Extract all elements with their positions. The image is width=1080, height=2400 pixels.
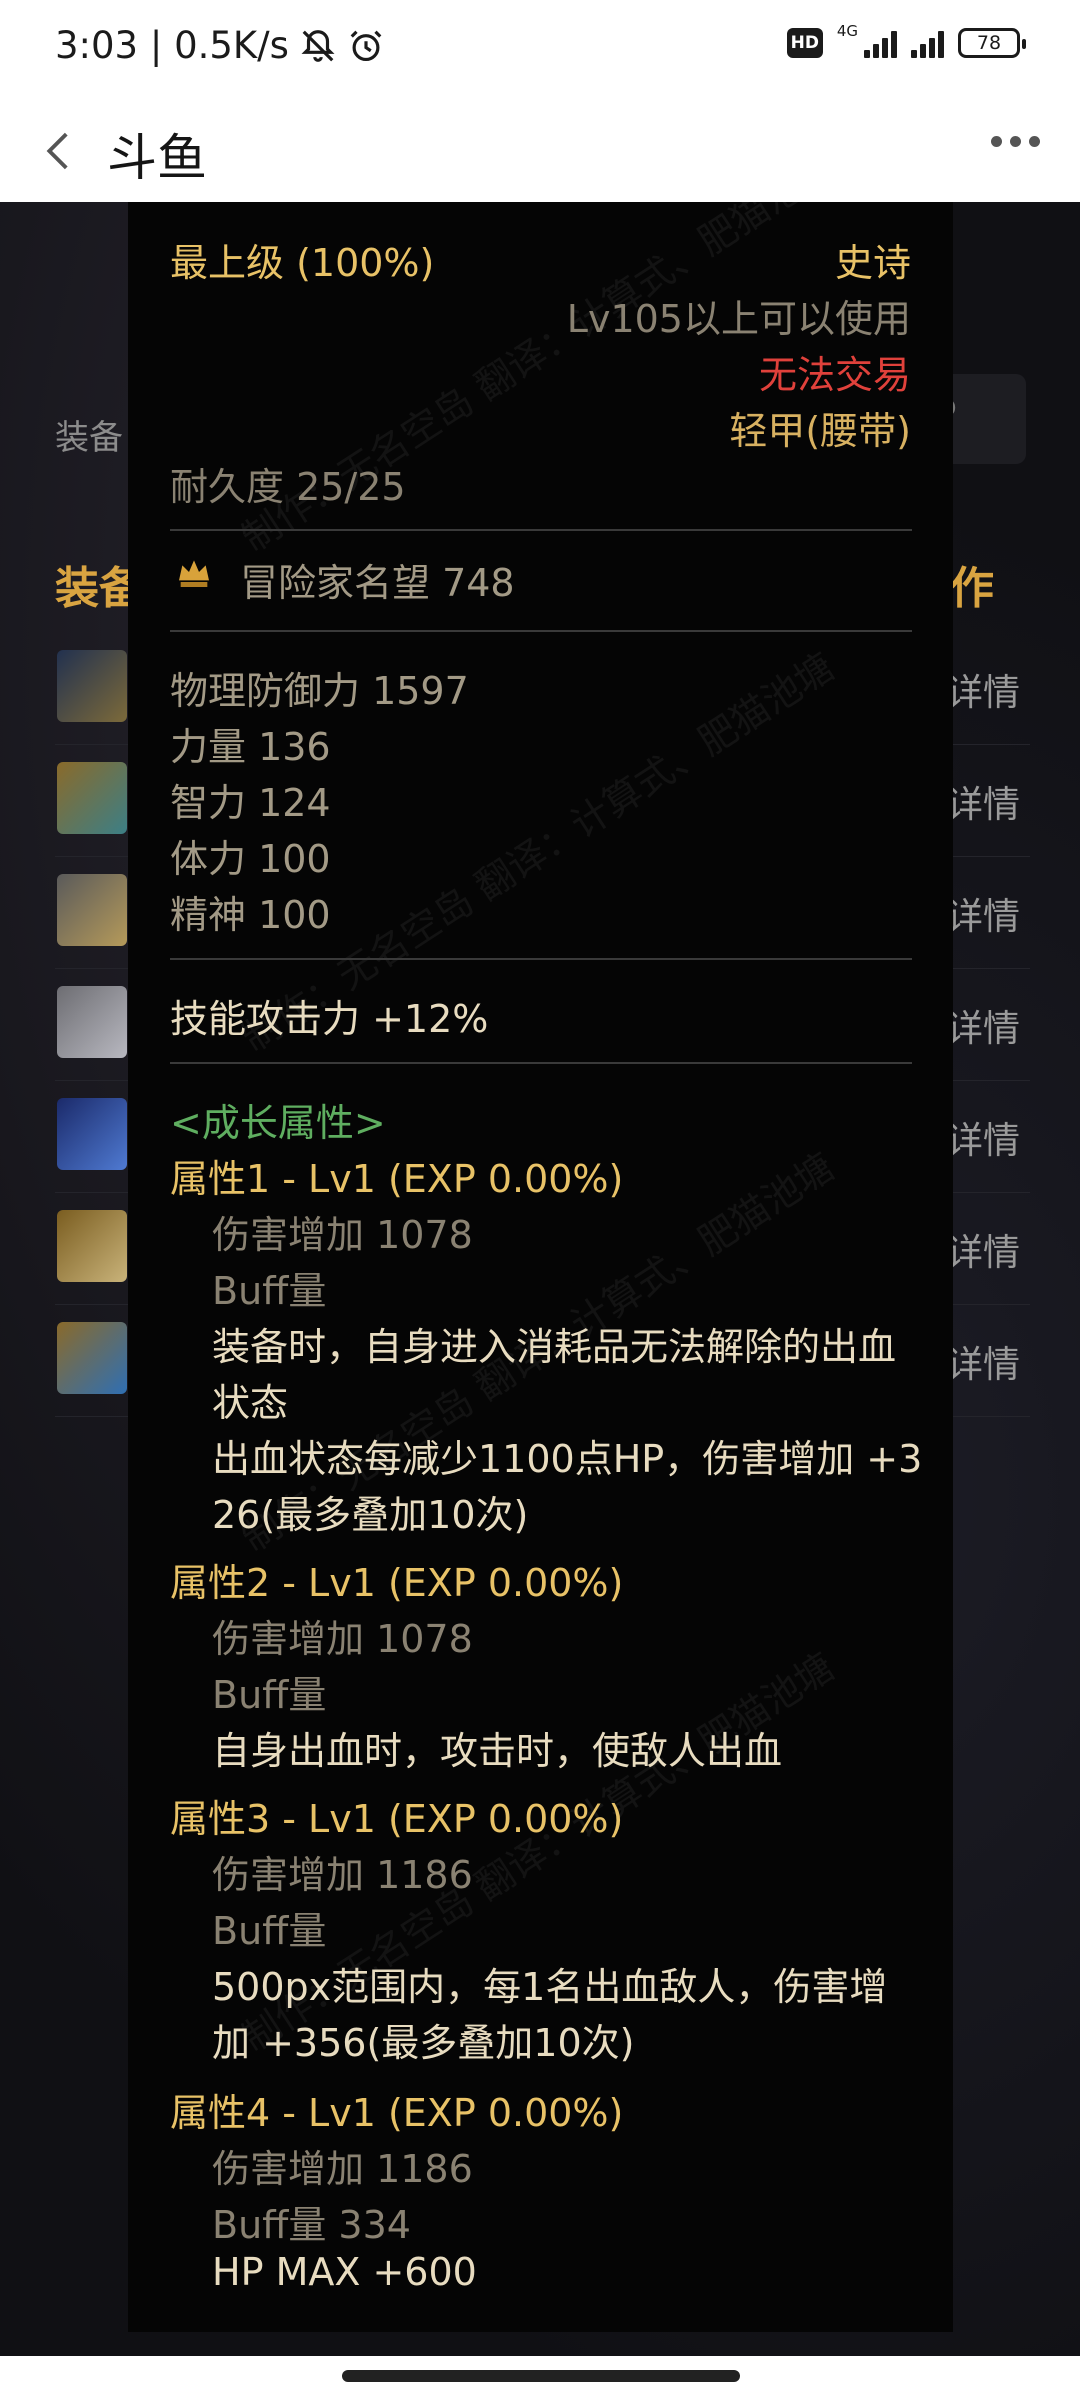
- home-gesture-handle[interactable]: [342, 2370, 740, 2382]
- status-bar: 3:03 | 0.5K/s HD 4G 78: [0, 0, 1080, 100]
- attribute-damage: 伤害增加 1078: [212, 1213, 473, 1257]
- divider: [170, 630, 912, 632]
- work-section-title: 作: [950, 563, 994, 614]
- bracelet-item-icon: [57, 762, 127, 834]
- system-nav-bar: [0, 2356, 1080, 2400]
- detail-link[interactable]: 详情: [946, 998, 1020, 1052]
- back-arrow-icon[interactable]: [30, 122, 88, 180]
- battery-level: 78: [976, 32, 1002, 54]
- attribute-desc: 加 +356(最多叠加10次): [212, 2021, 635, 2065]
- growth-header: <成长属性>: [170, 1101, 386, 1145]
- attribute-buff: Buff量: [212, 1673, 327, 1717]
- hd-icon: HD: [786, 28, 823, 58]
- attribute-desc: 自身出血时，攻击时，使敌人出血: [212, 1729, 783, 1773]
- detail-link[interactable]: 详情: [946, 1334, 1020, 1388]
- more-options-icon[interactable]: [991, 136, 1040, 147]
- attribute-buff: Buff量: [212, 1909, 327, 1953]
- attribute-damage: 伤害增加 1078: [212, 1617, 473, 1661]
- network-type: 4G: [836, 22, 858, 40]
- attribute-title: 属性3 - Lv1 (EXP 0.00%): [170, 1797, 624, 1841]
- attribute-desc: 出血状态每减少1100点HP，伤害增加 +3: [212, 1437, 923, 1481]
- detail-link[interactable]: 详情: [946, 662, 1020, 716]
- attribute-buff: Buff量 334: [212, 2203, 411, 2247]
- fame-crown-icon: [179, 560, 209, 587]
- attribute-title: 属性1 - Lv1 (EXP 0.00%): [170, 1157, 624, 1201]
- item-type: 轻甲(腰带): [729, 409, 911, 453]
- stat-line: 智力 124: [170, 781, 331, 825]
- attribute-buff: Buff量: [212, 1269, 327, 1313]
- stat-line: 力量 136: [170, 725, 331, 769]
- attribute-damage: 伤害增加 1186: [212, 1853, 473, 1897]
- trade-restriction: 无法交易: [758, 353, 911, 397]
- skill-attack: 技能攻击力 +12%: [170, 997, 489, 1041]
- item-tooltip: 制作：无名空岛 翻译：计算式、肥猫池塘 制作：无名空岛 翻译：计算式、肥猫池塘 …: [128, 202, 953, 2332]
- status-left: 3:03 | 0.5K/s: [55, 24, 385, 67]
- attribute-damage: 伤害增加 1186: [212, 2147, 473, 2191]
- attribute-title: 属性2 - Lv1 (EXP 0.00%): [170, 1561, 624, 1605]
- attribute-desc: 装备时，自身进入消耗品无法解除的出血: [212, 1325, 897, 1369]
- detail-link[interactable]: 详情: [946, 886, 1020, 940]
- item-rarity: 史诗: [834, 241, 911, 285]
- flask-item-icon: [57, 1322, 127, 1394]
- divider: [170, 529, 912, 531]
- blue-ring-item-icon: [57, 1098, 127, 1170]
- page-title: 斗鱼: [107, 129, 207, 187]
- level-requirement: Lv105以上可以使用: [566, 297, 911, 341]
- gauntlet-item-icon: [57, 1210, 127, 1282]
- ring-item-icon: [57, 986, 127, 1058]
- signal-strength-icon-2: [911, 28, 944, 58]
- attribute-desc: 26(最多叠加10次): [212, 1493, 529, 1537]
- battery-icon: 78: [958, 28, 1026, 58]
- status-right: HD 4G 78: [786, 24, 1026, 58]
- durability: 耐久度 25/25: [170, 465, 406, 509]
- attribute-desc: 500px范围内，每1名出血敌人，伤害增: [212, 1965, 888, 2009]
- detail-link[interactable]: 详情: [946, 774, 1020, 828]
- stat-line: 体力 100: [170, 837, 331, 881]
- detail-link[interactable]: 详情: [946, 1110, 1020, 1164]
- status-time-speed: 3:03 | 0.5K/s: [55, 24, 289, 67]
- item-grade: 最上级 (100%): [170, 241, 435, 285]
- bell-muted-icon: [301, 29, 335, 62]
- necklace-item-icon: [57, 650, 127, 722]
- divider: [170, 958, 912, 960]
- attribute-title: 属性4 - Lv1 (EXP 0.00%): [170, 2091, 624, 2135]
- signal-strength-icon: [864, 28, 897, 58]
- search-label: 装备: [55, 418, 123, 458]
- detail-link[interactable]: 详情: [946, 1222, 1020, 1276]
- ring-item-icon: [57, 874, 127, 946]
- alarm-clock-icon: [350, 30, 382, 61]
- stat-line: 物理防御力 1597: [170, 669, 469, 713]
- stat-line: 精神 100: [170, 893, 331, 937]
- attribute-hp: HP MAX +600: [212, 2250, 477, 2294]
- divider: [170, 1062, 912, 1064]
- attribute-desc: 状态: [212, 1381, 289, 1425]
- adventurer-fame: 冒险家名望 748: [240, 561, 515, 605]
- app-bar: 斗鱼: [0, 100, 1080, 202]
